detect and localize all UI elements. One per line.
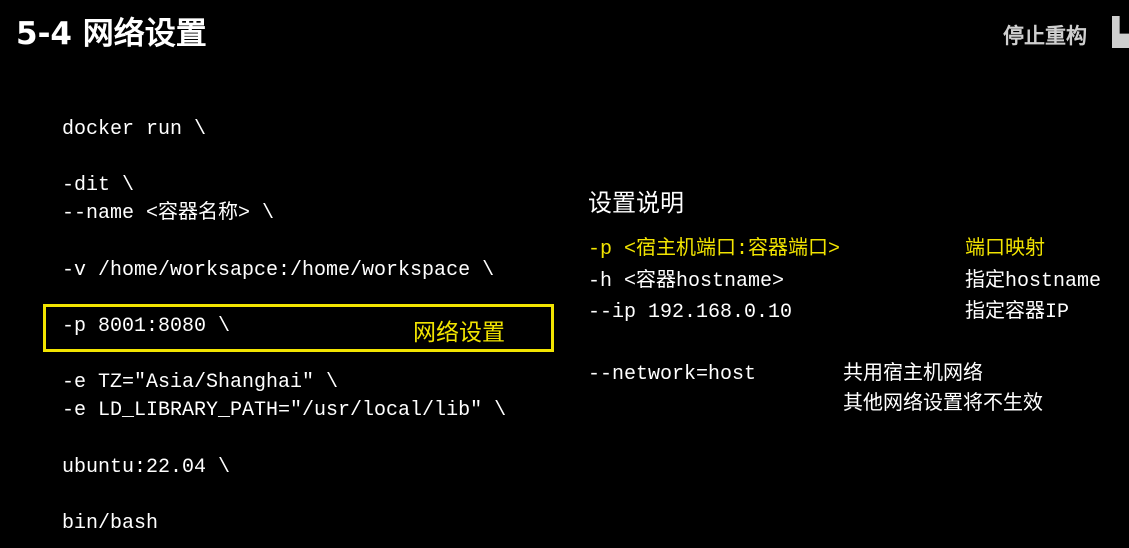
- stop-button[interactable]: 停止重构: [1003, 20, 1087, 50]
- code-line: -e LD_LIBRARY_PATH="/usr/local/lib" \: [62, 399, 507, 422]
- option-h-desc: 指定hostname: [965, 270, 1102, 293]
- option-h: -h <容器hostname>: [588, 270, 785, 293]
- highlight-label: 网络设置: [413, 320, 505, 346]
- option-p: -p <宿主机端口:容器端口>: [588, 238, 841, 261]
- code-line: -dit \: [62, 174, 135, 197]
- option-network-desc1: 共用宿主机网络: [843, 363, 983, 386]
- explain-heading: 设置说明: [588, 189, 684, 217]
- code-line: ubuntu:22.04 \: [62, 456, 231, 479]
- code-line: -v /home/worksapce:/home/workspace \: [62, 259, 495, 282]
- code-line: --name <容器名称> \: [62, 202, 275, 225]
- option-ip-desc: 指定容器IP: [965, 301, 1070, 324]
- code-line: docker run \: [62, 118, 207, 141]
- code-line: bin/bash: [62, 512, 159, 535]
- logo-icon: [1112, 16, 1129, 48]
- code-line: -e TZ="Asia/Shanghai" \: [62, 371, 339, 394]
- option-network-desc2: 其他网络设置将不生效: [843, 393, 1043, 416]
- slide: 5-4 网络设置 停止重构 docker run \ -dit \ --name…: [0, 0, 1129, 548]
- page-title: 5-4 网络设置: [16, 16, 207, 52]
- option-ip: --ip 192.168.0.10: [588, 301, 793, 324]
- option-network: --network=host: [588, 363, 757, 386]
- option-p-desc: 端口映射: [965, 238, 1045, 261]
